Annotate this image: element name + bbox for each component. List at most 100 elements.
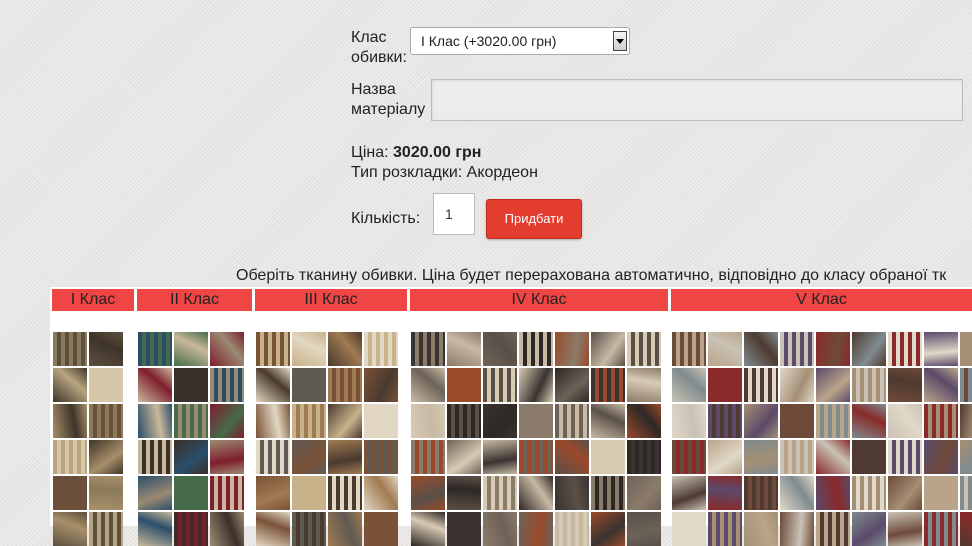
fabric-swatch[interactable] — [627, 440, 661, 474]
fabric-swatch[interactable] — [627, 332, 661, 366]
fabric-swatch[interactable] — [328, 368, 362, 402]
material-input[interactable] — [431, 79, 963, 121]
fabric-swatch[interactable] — [555, 368, 589, 402]
fabric-swatch[interactable] — [960, 440, 972, 474]
fabric-swatch[interactable] — [53, 404, 87, 438]
fabric-swatch[interactable] — [174, 404, 208, 438]
fabric-swatch[interactable] — [210, 368, 244, 402]
fabric-swatch[interactable] — [672, 440, 706, 474]
fabric-swatch[interactable] — [852, 440, 886, 474]
fabric-swatch[interactable] — [256, 476, 290, 510]
fabric-swatch[interactable] — [447, 332, 481, 366]
fabric-swatch[interactable] — [364, 404, 398, 438]
fabric-swatch[interactable] — [328, 440, 362, 474]
fabric-swatch[interactable] — [138, 404, 172, 438]
fabric-swatch[interactable] — [411, 368, 445, 402]
fabric-swatch[interactable] — [627, 512, 661, 546]
fabric-swatch[interactable] — [744, 368, 778, 402]
fabric-swatch[interactable] — [852, 332, 886, 366]
fabric-swatch[interactable] — [555, 440, 589, 474]
fabric-swatch[interactable] — [53, 440, 87, 474]
fabric-swatch[interactable] — [483, 404, 517, 438]
fabric-swatch[interactable] — [852, 404, 886, 438]
fabric-swatch[interactable] — [816, 332, 850, 366]
fabric-swatch[interactable] — [364, 476, 398, 510]
fabric-swatch[interactable] — [888, 440, 922, 474]
fabric-swatch[interactable] — [138, 512, 172, 546]
fabric-swatch[interactable] — [924, 440, 958, 474]
fabric-swatch[interactable] — [292, 368, 326, 402]
fabric-swatch[interactable] — [138, 368, 172, 402]
fabric-swatch[interactable] — [924, 512, 958, 546]
fabric-swatch[interactable] — [708, 512, 742, 546]
fabric-swatch[interactable] — [483, 440, 517, 474]
fabric-swatch[interactable] — [210, 332, 244, 366]
fabric-swatch[interactable] — [519, 476, 553, 510]
fabric-swatch[interactable] — [672, 368, 706, 402]
fabric-swatch[interactable] — [89, 332, 123, 366]
fabric-swatch[interactable] — [708, 476, 742, 510]
fabric-swatch[interactable] — [960, 404, 972, 438]
fabric-swatch[interactable] — [328, 512, 362, 546]
fabric-swatch[interactable] — [364, 368, 398, 402]
fabric-swatch[interactable] — [591, 404, 625, 438]
fabric-swatch[interactable] — [744, 332, 778, 366]
buy-button[interactable]: Придбати — [486, 199, 582, 239]
fabric-swatch[interactable] — [89, 440, 123, 474]
fabric-swatch[interactable] — [780, 404, 814, 438]
fabric-swatch[interactable] — [138, 332, 172, 366]
fabric-swatch[interactable] — [555, 476, 589, 510]
fabric-swatch[interactable] — [256, 368, 290, 402]
fabric-swatch[interactable] — [89, 476, 123, 510]
fabric-swatch[interactable] — [672, 476, 706, 510]
fabric-swatch[interactable] — [210, 404, 244, 438]
fabric-swatch[interactable] — [888, 368, 922, 402]
fabric-swatch[interactable] — [174, 368, 208, 402]
fabric-swatch[interactable] — [816, 368, 850, 402]
fabric-swatch[interactable] — [555, 332, 589, 366]
fabric-swatch[interactable] — [328, 404, 362, 438]
fabric-swatch[interactable] — [138, 440, 172, 474]
fabric-swatch[interactable] — [744, 404, 778, 438]
fabric-swatch[interactable] — [411, 440, 445, 474]
fabric-swatch[interactable] — [780, 512, 814, 546]
fabric-swatch[interactable] — [483, 332, 517, 366]
upholstery-class-select[interactable]: I Клас (+3020.00 грн) — [410, 27, 630, 55]
fabric-swatch[interactable] — [447, 512, 481, 546]
fabric-swatch[interactable] — [364, 440, 398, 474]
fabric-swatch[interactable] — [591, 332, 625, 366]
fabric-swatch[interactable] — [328, 332, 362, 366]
fabric-swatch[interactable] — [447, 476, 481, 510]
fabric-swatch[interactable] — [960, 476, 972, 510]
fabric-swatch[interactable] — [780, 476, 814, 510]
fabric-swatch[interactable] — [555, 404, 589, 438]
fabric-swatch[interactable] — [627, 476, 661, 510]
fabric-swatch[interactable] — [852, 368, 886, 402]
fabric-swatch[interactable] — [852, 476, 886, 510]
fabric-swatch[interactable] — [364, 332, 398, 366]
fabric-swatch[interactable] — [591, 368, 625, 402]
fabric-swatch[interactable] — [89, 404, 123, 438]
fabric-swatch[interactable] — [780, 332, 814, 366]
fabric-swatch[interactable] — [174, 440, 208, 474]
fabric-swatch[interactable] — [519, 332, 553, 366]
fabric-swatch[interactable] — [292, 440, 326, 474]
fabric-swatch[interactable] — [888, 404, 922, 438]
fabric-swatch[interactable] — [483, 512, 517, 546]
fabric-swatch[interactable] — [888, 512, 922, 546]
fabric-swatch[interactable] — [672, 404, 706, 438]
fabric-swatch[interactable] — [174, 512, 208, 546]
fabric-swatch[interactable] — [411, 512, 445, 546]
fabric-swatch[interactable] — [53, 368, 87, 402]
fabric-swatch[interactable] — [519, 512, 553, 546]
fabric-swatch[interactable] — [924, 476, 958, 510]
fabric-swatch[interactable] — [924, 404, 958, 438]
fabric-swatch[interactable] — [816, 404, 850, 438]
fabric-swatch[interactable] — [174, 476, 208, 510]
fabric-swatch[interactable] — [627, 404, 661, 438]
quantity-input[interactable]: 1 — [433, 193, 475, 235]
fabric-swatch[interactable] — [672, 332, 706, 366]
fabric-swatch[interactable] — [411, 476, 445, 510]
fabric-swatch[interactable] — [138, 476, 172, 510]
fabric-swatch[interactable] — [555, 512, 589, 546]
